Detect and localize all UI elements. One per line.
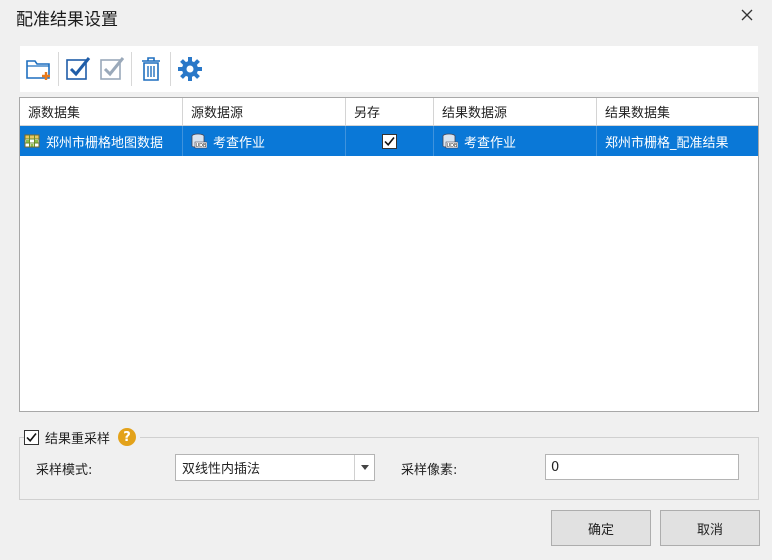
settings-button[interactable] [175,54,205,84]
toolbar-separator [131,52,132,86]
check-all-icon [66,57,91,80]
add-folder-icon [26,60,50,80]
uncheck-all-icon [100,57,125,80]
ok-button[interactable]: 确定 [551,510,651,546]
resample-mode-label: 采样模式: [36,463,93,478]
chevron-down-icon [360,465,369,470]
checkmark-icon [26,432,37,442]
table-row[interactable]: 郑州市栅格地图数据 UDB 考查作业 UDB 考查作业 郑州市栅格_配准结果 [20,126,758,156]
title-bar: 配准结果设置 [0,0,772,34]
column-header-source-dataset[interactable]: 源数据集 [20,98,183,125]
resample-checkbox[interactable] [24,429,39,445]
resample-legend: 结果重采样 ? [24,426,141,448]
cell-save-as[interactable] [346,126,434,156]
resample-pixel-input[interactable] [545,454,739,480]
toolbar-separator [170,52,171,86]
unselect-all-button[interactable] [97,54,127,84]
help-icon[interactable]: ? [118,428,137,446]
column-header-result-dataset[interactable]: 结果数据集 [597,98,758,125]
result-datasource-name: 考查作业 [464,135,517,151]
cancel-button[interactable]: 取消 [660,510,760,546]
cell-result-datasource[interactable]: UDB 考查作业 [434,126,597,156]
dataset-grid: 源数据集 源数据源 另存 结果数据源 结果数据集 郑州市栅格地图数据 UDB 考… [19,97,759,412]
raster-dataset-icon [24,134,40,148]
cell-result-dataset[interactable]: 郑州市栅格_配准结果 [597,126,758,156]
column-header-save-as[interactable]: 另存 [346,98,434,125]
resample-mode-value: 双线性内插法 [182,462,261,477]
svg-text:UDB: UDB [447,143,458,149]
udb-datasource-icon: UDB [442,133,458,149]
cell-source-datasource[interactable]: UDB 考查作业 [183,126,346,156]
toolbar [20,46,758,92]
dialog-title: 配准结果设置 [16,10,118,30]
result-dataset-name: 郑州市栅格_配准结果 [605,135,729,151]
save-as-checkbox[interactable] [382,133,397,149]
toolbar-separator [58,52,59,86]
delete-icon [142,57,160,81]
cell-source-dataset[interactable]: 郑州市栅格地图数据 [20,126,183,156]
source-datasource-name: 考查作业 [213,135,266,151]
resample-checkbox-label[interactable]: 结果重采样 [45,428,110,447]
select-all-button[interactable] [63,54,93,84]
resample-mode-select[interactable]: 双线性内插法 [175,454,375,481]
grid-header: 源数据集 源数据源 另存 结果数据源 结果数据集 [20,98,758,126]
svg-text:UDB: UDB [196,143,207,149]
source-dataset-name: 郑州市栅格地图数据 [46,135,164,151]
column-header-result-datasource[interactable]: 结果数据源 [434,98,597,125]
column-header-source-datasource[interactable]: 源数据源 [183,98,346,125]
close-button[interactable] [736,4,758,26]
resample-pixel-label: 采样像素: [401,463,458,478]
checkmark-icon [384,136,395,146]
settings-icon [178,57,202,81]
dropdown-arrow[interactable] [354,455,374,480]
udb-datasource-icon: UDB [191,133,207,149]
close-icon [741,9,753,21]
delete-button[interactable] [136,54,166,84]
add-dataset-button[interactable] [24,54,54,84]
